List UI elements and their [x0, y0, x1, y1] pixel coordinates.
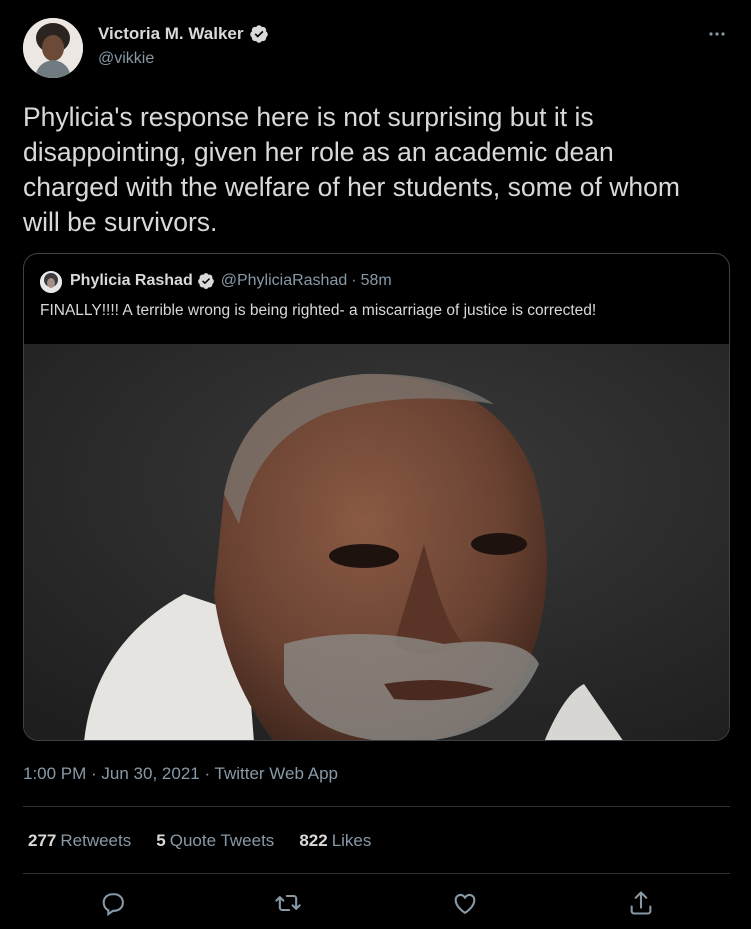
- reply-icon[interactable]: [99, 889, 127, 917]
- retweets-count: 277: [28, 831, 57, 850]
- tweet-text: Phylicia's response here is not surprisi…: [23, 102, 680, 237]
- author-avatar[interactable]: [23, 18, 83, 78]
- likes-stat[interactable]: 822 Likes: [299, 831, 371, 851]
- quoted-header: Phylicia Rashad @PhyliciaRashad · 58m: [70, 272, 392, 290]
- quoted-tweet-text: FINALLY!!!! A terrible wrong is being ri…: [40, 302, 597, 319]
- quoted-tweet[interactable]: Phylicia Rashad @PhyliciaRashad · 58m FI…: [23, 253, 730, 741]
- tweet: Victoria M. Walker @vikkie Phylicia's re…: [0, 0, 751, 929]
- likes-label: Likes: [331, 831, 372, 850]
- quoted-media-photo[interactable]: [24, 344, 729, 740]
- like-icon[interactable]: [451, 889, 479, 917]
- author-name[interactable]: Victoria M. Walker: [98, 24, 244, 44]
- quoted-author-name: Phylicia Rashad: [70, 272, 193, 289]
- divider: [23, 873, 730, 874]
- divider: [23, 806, 730, 807]
- quoted-separator: ·: [351, 272, 357, 289]
- retweets-stat[interactable]: 277 Retweets: [28, 831, 131, 851]
- quote-tweets-count: 5: [156, 831, 166, 850]
- quote-tweets-stat[interactable]: 5 Quote Tweets: [156, 831, 274, 851]
- retweet-icon[interactable]: [274, 889, 302, 917]
- quoted-author-avatar: [40, 271, 62, 293]
- more-icon[interactable]: [707, 24, 727, 44]
- tweet-timestamp[interactable]: 1:00 PM · Jun 30, 2021 · Twitter Web App: [23, 764, 338, 784]
- tweet-actions: [23, 885, 730, 921]
- author-handle[interactable]: @vikkie: [98, 50, 154, 68]
- tweet-stats: 277 Retweets 5 Quote Tweets 822 Likes: [28, 831, 396, 851]
- share-icon[interactable]: [627, 889, 655, 917]
- verified-icon: [249, 25, 268, 43]
- quoted-timestamp: 58m: [360, 272, 392, 289]
- quote-tweets-label: Quote Tweets: [169, 831, 275, 850]
- quoted-author-handle: @PhyliciaRashad: [220, 272, 348, 289]
- verified-icon: [197, 273, 214, 289]
- likes-count: 822: [299, 831, 328, 850]
- author-name-row[interactable]: Victoria M. Walker: [98, 24, 269, 44]
- retweets-label: Retweets: [60, 831, 132, 850]
